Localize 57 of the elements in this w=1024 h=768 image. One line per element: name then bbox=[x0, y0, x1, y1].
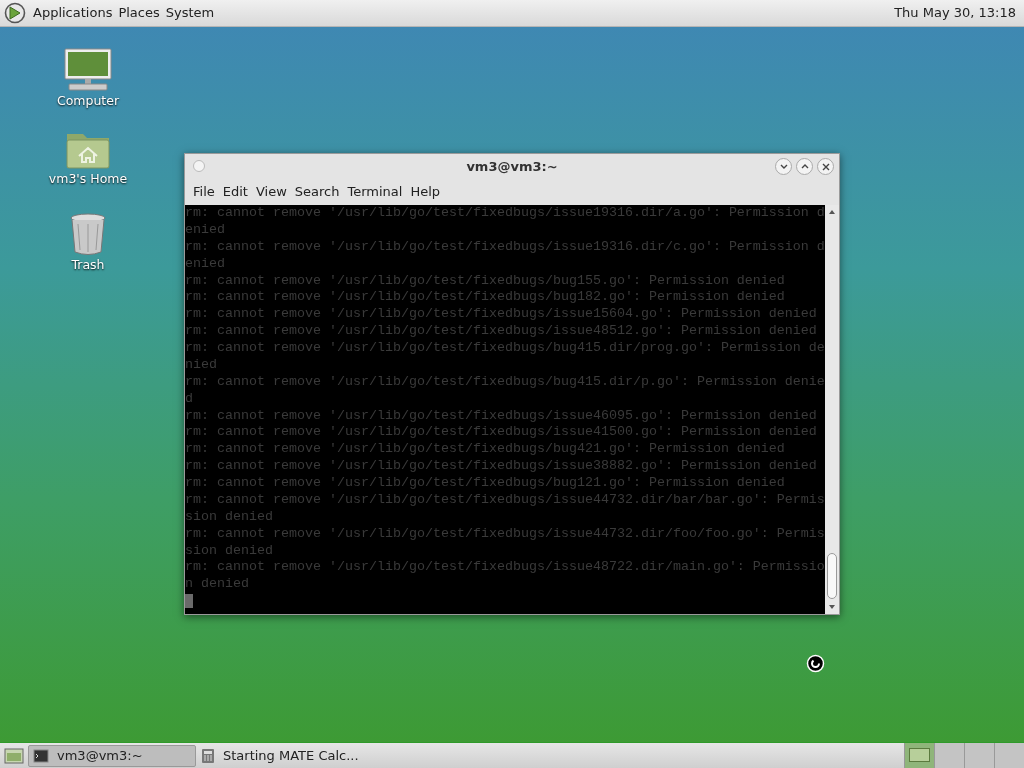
chevron-up-icon bbox=[799, 162, 810, 171]
window-title: vm3@vm3:~ bbox=[466, 157, 558, 176]
terminal-line: rm: cannot remove '/usr/lib/go/test/fixedbugs/issue41500.go': Permission denied bbox=[185, 424, 818, 442]
menu-item[interactable]: Help bbox=[406, 182, 445, 202]
trash-icon[interactable] bbox=[68, 212, 108, 256]
busy-cursor-icon bbox=[806, 654, 825, 673]
computer-icon[interactable] bbox=[63, 48, 113, 92]
menu-logo-icon[interactable] bbox=[4, 2, 26, 24]
taskbar-button[interactable]: Starting MATE Calc... bbox=[196, 744, 396, 767]
terminal-line: rm: cannot remove '/usr/lib/go/test/fixedbugs/issue19316.dir/a.go': Permission d bbox=[185, 205, 825, 222]
minimize-button[interactable] bbox=[775, 158, 792, 175]
menu-item[interactable]: File bbox=[189, 182, 219, 202]
terminal-line: rm: cannot remove '/usr/lib/go/test/fixedbugs/bug415.dir/prog.go': Permission de bbox=[185, 340, 825, 357]
workspace[interactable] bbox=[994, 743, 1024, 768]
terminal-line: d bbox=[185, 390, 194, 408]
workspace[interactable] bbox=[934, 743, 964, 768]
icon-label[interactable]: vm3's Home bbox=[48, 170, 128, 189]
terminal-line: sion denied bbox=[185, 542, 274, 560]
panel-menu[interactable]: Applications bbox=[30, 3, 116, 23]
calculator-icon bbox=[201, 747, 215, 764]
terminal-line: rm: cannot remove '/usr/lib/go/test/fixedbugs/issue44732.dir/foo/foo.go': Permis bbox=[185, 525, 825, 543]
show-desktop-icon[interactable] bbox=[4, 746, 24, 765]
terminal-line: rm: cannot remove '/usr/lib/go/test/fixedbugs/issue19316.dir/c.go': Permission d bbox=[185, 238, 825, 256]
panel-menu[interactable]: Places bbox=[115, 3, 163, 23]
taskbar-button[interactable]: vm3@vm3:~ bbox=[28, 744, 196, 767]
icon-label[interactable]: Computer bbox=[56, 92, 120, 111]
terminal-line: rm: cannot remove '/usr/lib/go/test/fixedbugs/issue46095.go': Permission denied bbox=[185, 407, 818, 425]
menu-item[interactable]: Terminal bbox=[343, 182, 407, 202]
chevron-down-icon bbox=[778, 162, 789, 171]
close-icon bbox=[820, 162, 831, 171]
terminal-line: rm: cannot remove '/usr/lib/go/test/fixedbugs/issue15604.go': Permission denied bbox=[185, 306, 818, 324]
terminal-line: sion denied bbox=[185, 508, 274, 526]
terminal-line: rm: cannot remove '/usr/lib/go/test/fixedbugs/issue38882.go': Permission denied bbox=[185, 458, 818, 475]
terminal-line: rm: cannot remove '/usr/lib/go/test/fixedbugs/bug182.go': Permission denied bbox=[185, 289, 786, 307]
scroll-thumb[interactable] bbox=[827, 553, 837, 599]
terminal-cursor bbox=[185, 593, 193, 608]
terminal-line: enied bbox=[185, 255, 226, 273]
terminal-line: enied bbox=[185, 221, 226, 239]
terminal-line: rm: cannot remove '/usr/lib/go/test/fixedbugs/issue48512.go': Permission denied bbox=[185, 323, 818, 340]
workspace[interactable] bbox=[904, 743, 934, 768]
terminal-line: nied bbox=[185, 356, 218, 374]
window-menu-icon[interactable] bbox=[193, 160, 205, 172]
menu-item[interactable]: Edit bbox=[218, 182, 252, 202]
clock: Thu May 30, 13:18 bbox=[894, 4, 1017, 23]
terminal-line: rm: cannot remove '/usr/lib/go/test/fixedbugs/issue44732.dir/bar/bar.go': Permis bbox=[185, 491, 825, 509]
workspace[interactable] bbox=[964, 743, 994, 768]
terminal-line: rm: cannot remove '/usr/lib/go/test/fixedbugs/bug155.go': Permission denied bbox=[185, 272, 786, 290]
close-button[interactable] bbox=[817, 158, 834, 175]
terminal-line: rm: cannot remove '/usr/lib/go/test/fixedbugs/issue48722.dir/main.go': Permissio bbox=[185, 559, 825, 577]
scrollbar[interactable] bbox=[825, 205, 839, 614]
menu-item[interactable]: View bbox=[251, 182, 291, 202]
terminal-line: rm: cannot remove '/usr/lib/go/test/fixedbugs/bug121.go': Permission denied bbox=[185, 475, 786, 492]
terminal-line: rm: cannot remove '/usr/lib/go/test/fixedbugs/bug421.go': Permission denied bbox=[185, 441, 786, 459]
terminal-icon bbox=[33, 747, 49, 764]
menu-item[interactable]: Search bbox=[290, 182, 344, 202]
panel-menu[interactable]: System bbox=[162, 3, 218, 23]
terminal-line: rm: cannot remove '/usr/lib/go/test/fixedbugs/bug415.dir/p.go': Permission denie bbox=[185, 373, 825, 391]
